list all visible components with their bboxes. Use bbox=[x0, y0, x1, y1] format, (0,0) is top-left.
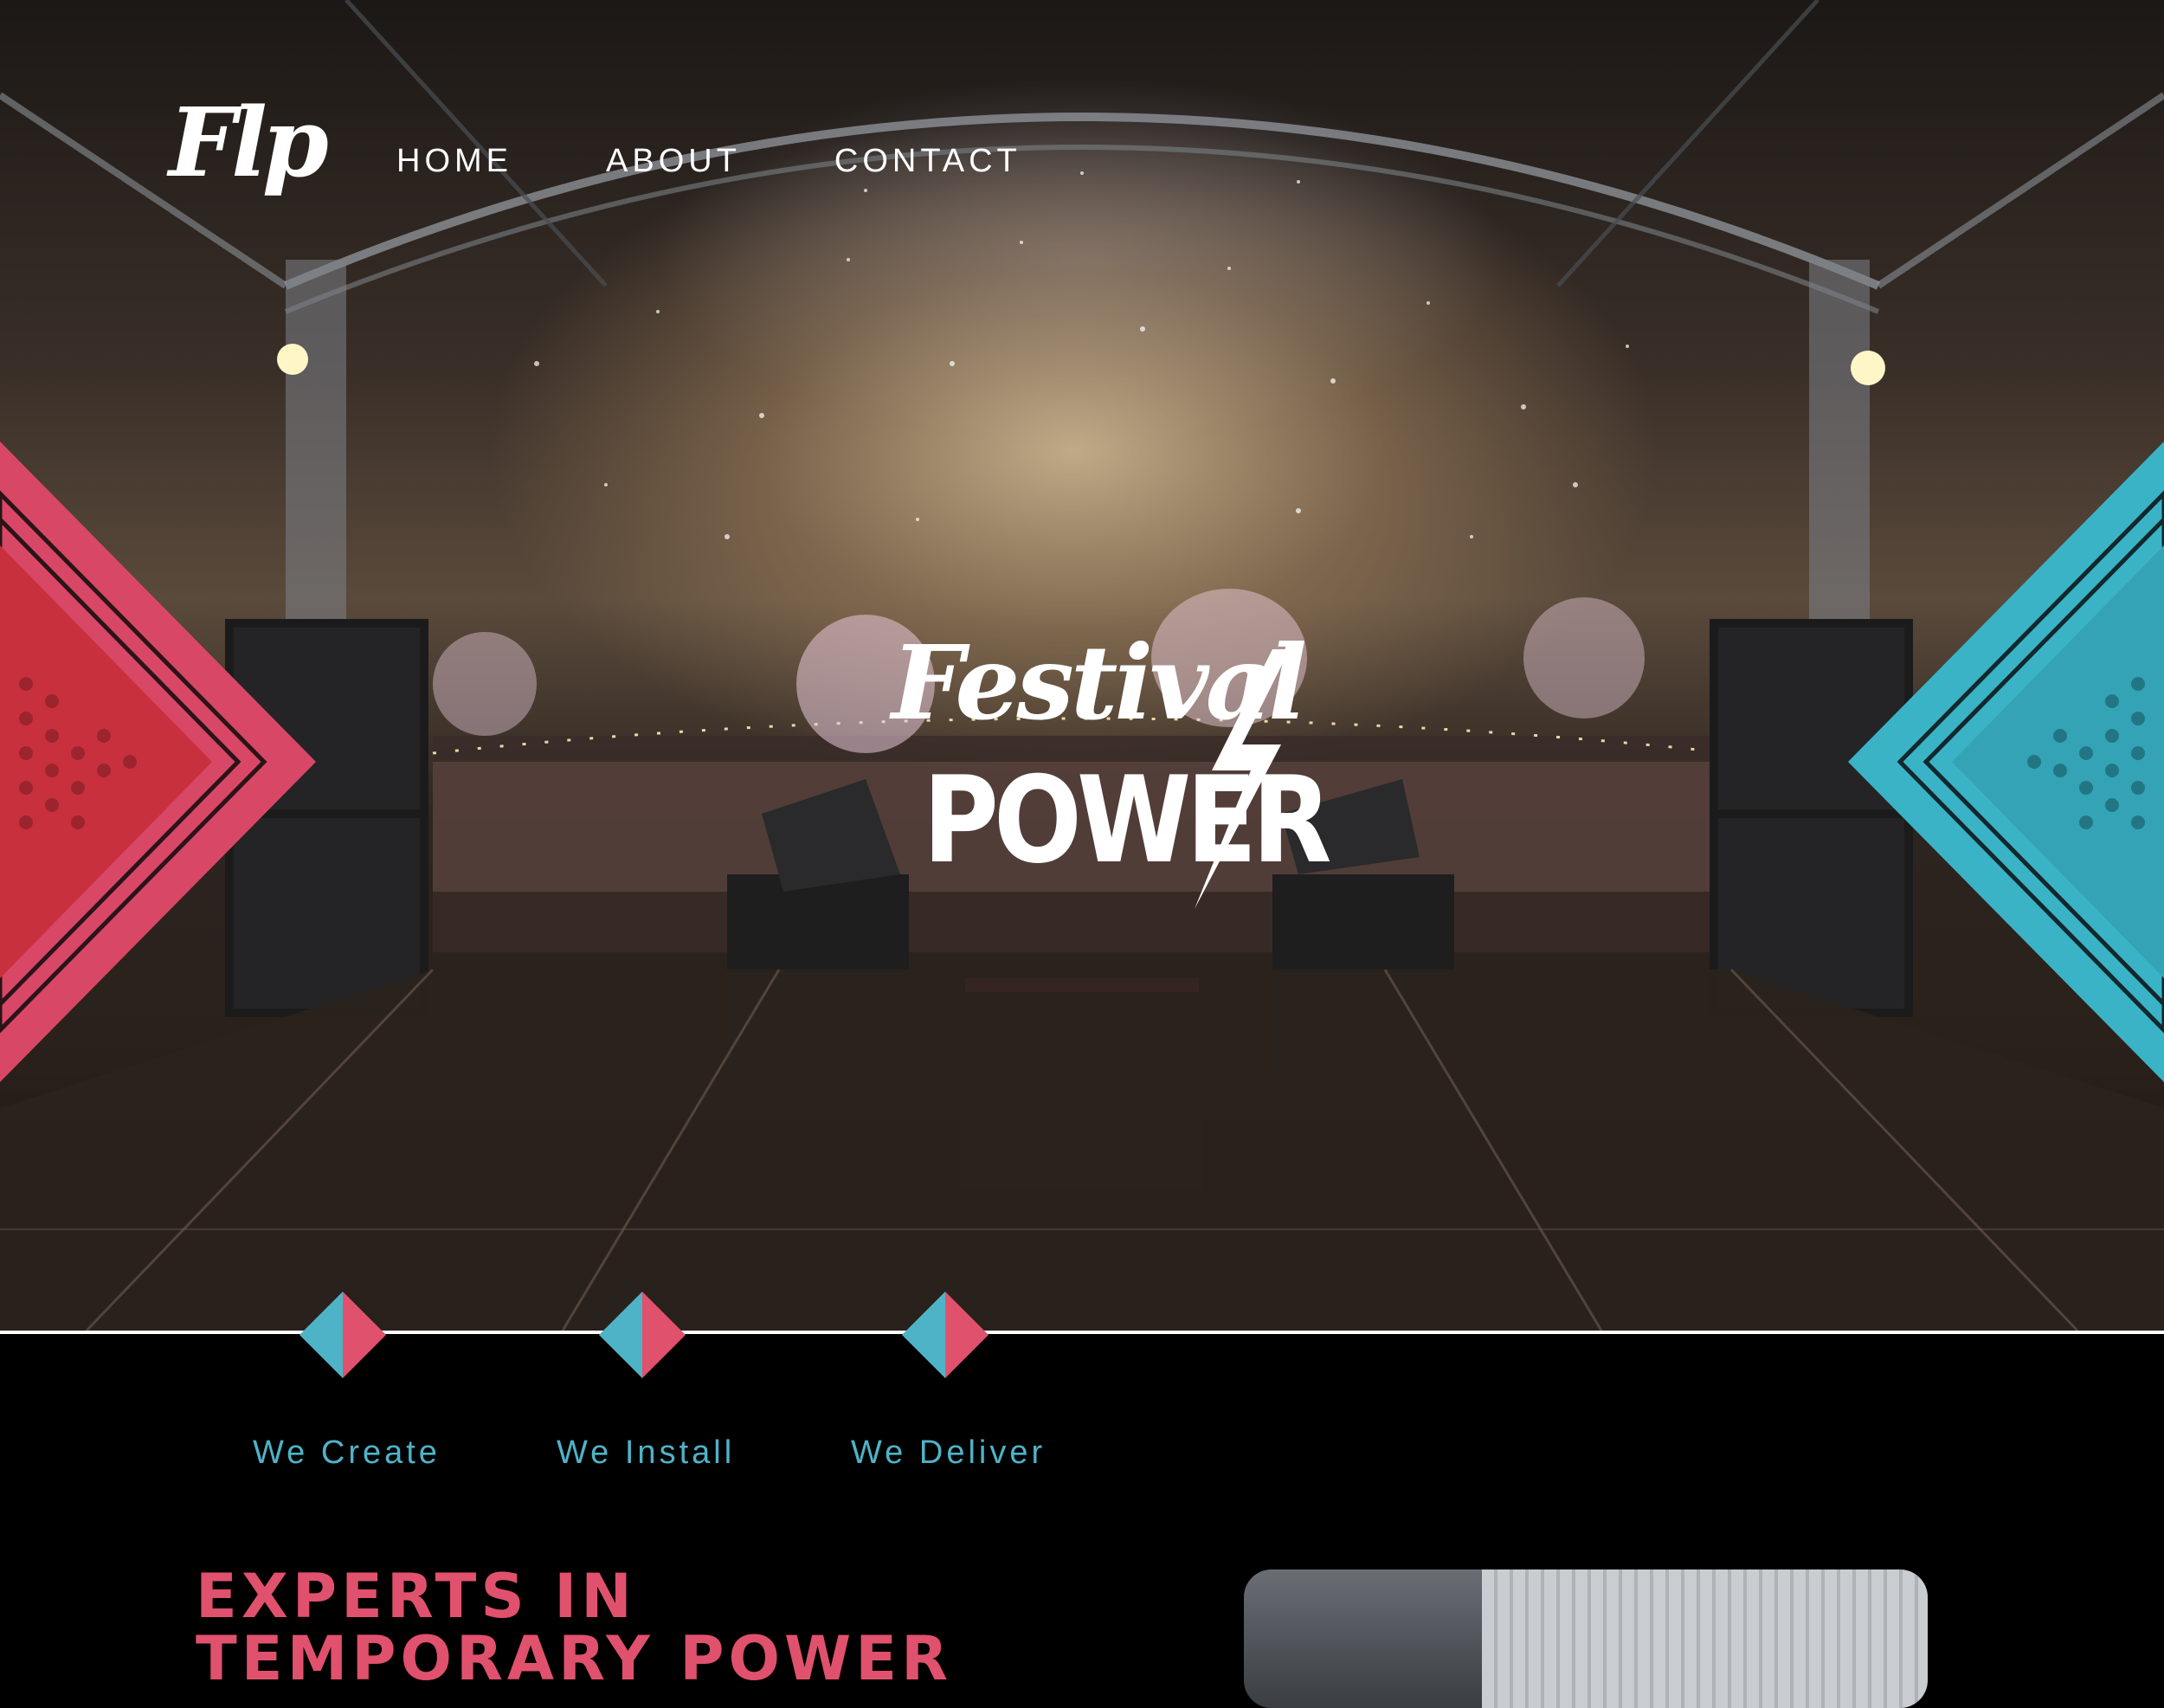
main-nav: HOME ABOUT CONTACT bbox=[396, 143, 1115, 180]
photo-warehouse-interior bbox=[1244, 1569, 1482, 1708]
service-we-install[interactable]: We Install bbox=[557, 1434, 735, 1472]
pink-diamond-decoration bbox=[0, 442, 316, 1082]
page-headline: EXPERTS IN TEMPORARY POWER bbox=[196, 1565, 1061, 1690]
nav-contact-link[interactable]: CONTACT bbox=[834, 143, 1021, 180]
install-diamond-icon bbox=[599, 1292, 686, 1378]
cyan-diamond-decoration bbox=[1848, 442, 2164, 1082]
hero-banner: Flp HOME ABOUT CONTACT Festival POWER bbox=[0, 0, 2164, 1331]
festival-power-logo: Festival POWER bbox=[892, 632, 1332, 909]
deliver-diamond-icon bbox=[902, 1292, 989, 1378]
nav-about-link[interactable]: ABOUT bbox=[606, 143, 741, 180]
service-we-create[interactable]: We Create bbox=[253, 1434, 441, 1472]
photo-metal-shutter bbox=[1482, 1569, 1928, 1708]
nav-home-link[interactable]: HOME bbox=[396, 143, 512, 180]
create-diamond-icon bbox=[299, 1292, 386, 1378]
lightning-bolt-icon bbox=[1195, 649, 1290, 909]
service-we-deliver[interactable]: We Deliver bbox=[851, 1434, 1046, 1472]
headline-line-2: TEMPORARY POWER bbox=[196, 1623, 952, 1694]
site-logo[interactable]: Flp bbox=[169, 95, 329, 190]
warehouse-photo bbox=[1244, 1569, 1928, 1708]
headline-line-1: EXPERTS IN bbox=[196, 1561, 636, 1632]
